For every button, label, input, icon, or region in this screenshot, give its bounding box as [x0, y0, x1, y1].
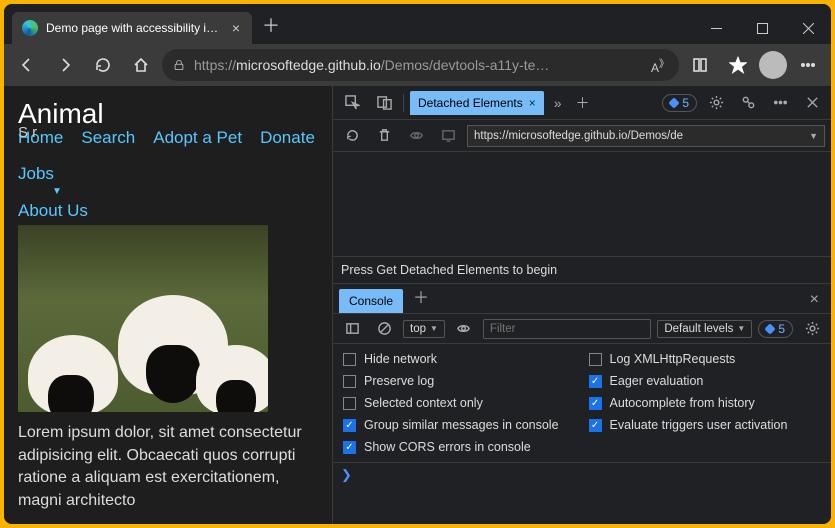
devtools-panel: Detached Elements × » ＋ 5	[332, 86, 831, 524]
edge-logo-icon	[22, 20, 38, 36]
setting-preserve-log[interactable]: Preserve log	[343, 374, 559, 388]
refresh-detached-icon[interactable]	[339, 123, 365, 149]
context-selector[interactable]: top ▼	[403, 320, 445, 338]
forward-button[interactable]	[48, 48, 82, 82]
clear-console-icon[interactable]	[371, 316, 397, 342]
setting-hide-network[interactable]: Hide network	[343, 352, 559, 366]
hero-image	[18, 225, 268, 412]
address-bar[interactable]: https://microsoftedge.github.io/Demos/de…	[162, 49, 679, 81]
console-settings: Hide network Preserve log Selected conte…	[333, 344, 831, 463]
refresh-button[interactable]	[86, 48, 120, 82]
drawer-tabbar: Console ＋ ×	[333, 284, 831, 314]
close-drawer-icon[interactable]: ×	[804, 287, 825, 313]
site-nav: Home Search Adopt a Pet Donate Jobs	[18, 128, 318, 184]
nav-about[interactable]: About Us	[18, 201, 88, 221]
nav-adopt[interactable]: Adopt a Pet	[153, 128, 242, 148]
dropdown-arrow-icon: ▼	[52, 186, 318, 197]
body-paragraph: Lorem ipsum dolor, sit amet consectetur …	[18, 422, 318, 512]
console-prompt[interactable]: ❯	[333, 463, 831, 487]
web-page: Animal S r Home Search Adopt a Pet Donat…	[4, 86, 332, 524]
add-tab-icon[interactable]: ＋	[572, 93, 594, 113]
close-tab-icon[interactable]: ×	[230, 20, 242, 36]
more-menu-icon[interactable]	[791, 48, 825, 82]
new-tab-button[interactable]: ＋	[252, 6, 290, 44]
tab-title: Demo page with accessibility iss…	[46, 21, 222, 35]
url-text: https://microsoftedge.github.io/Demos/de…	[194, 57, 643, 73]
browser-toolbar: https://microsoftedge.github.io/Demos/de…	[4, 44, 831, 86]
close-window-button[interactable]	[785, 12, 831, 44]
eye-icon[interactable]	[403, 123, 429, 149]
device-toggle-icon[interactable]	[371, 90, 397, 116]
reader-icon[interactable]: A》	[651, 55, 669, 75]
log-levels-selector[interactable]: Default levels ▼	[657, 320, 752, 338]
devtools-tabbar: Detached Elements × » ＋ 5	[333, 86, 831, 120]
setting-eager-eval[interactable]: ✓Eager evaluation	[589, 374, 788, 388]
chevron-down-icon: ▼	[737, 324, 745, 333]
settings-icon[interactable]	[703, 90, 729, 116]
setting-eval-trigger[interactable]: ✓Evaluate triggers user activation	[589, 418, 788, 432]
home-button[interactable]	[124, 48, 158, 82]
chevron-down-icon: ▼	[809, 131, 818, 141]
favorite-icon[interactable]	[721, 48, 755, 82]
setting-show-cors[interactable]: ✓Show CORS errors in console	[343, 440, 559, 454]
back-button[interactable]	[10, 48, 44, 82]
console-settings-icon[interactable]	[799, 316, 825, 342]
setting-log-xhr[interactable]: Log XMLHttpRequests	[589, 352, 788, 366]
frame-selector[interactable]: https://microsoftedge.github.io/Demos/de…	[467, 125, 825, 147]
issues-badge[interactable]: 5	[662, 94, 697, 112]
setting-group-similar[interactable]: ✓Group similar messages in console	[343, 418, 559, 432]
inspect-icon[interactable]	[339, 90, 365, 116]
chevron-down-icon: ▼	[430, 324, 438, 333]
live-expression-icon[interactable]	[451, 316, 477, 342]
detached-toolbar: https://microsoftedge.github.io/Demos/de…	[333, 120, 831, 152]
issues-icon	[765, 323, 776, 334]
issues-badge-2[interactable]: 5	[758, 320, 793, 338]
browser-window: Demo page with accessibility iss… × ＋ ht…	[4, 4, 831, 524]
lock-icon	[172, 58, 186, 72]
window-controls	[693, 12, 831, 44]
content-area: Animal S r Home Search Adopt a Pet Donat…	[4, 86, 831, 524]
tab-detached-elements[interactable]: Detached Elements ×	[410, 91, 544, 115]
sidebar-toggle-icon[interactable]	[339, 316, 365, 342]
collections-icon[interactable]	[683, 48, 717, 82]
more-menu-icon[interactable]	[767, 90, 793, 116]
setting-selected-context[interactable]: Selected context only	[343, 396, 559, 410]
issues-icon	[669, 97, 680, 108]
nav-jobs[interactable]: Jobs	[18, 164, 54, 184]
page-title: Animal	[18, 98, 318, 130]
setting-autocomplete[interactable]: ✓Autocomplete from history	[589, 396, 788, 410]
add-drawer-tab-icon[interactable]: ＋	[405, 279, 437, 313]
page-subline: S r	[18, 124, 37, 141]
detached-body	[333, 152, 831, 256]
activity-icon[interactable]	[735, 90, 761, 116]
nav-donate[interactable]: Donate	[260, 128, 315, 148]
minimize-button[interactable]	[693, 12, 739, 44]
profile-avatar[interactable]	[759, 51, 787, 79]
close-tab-icon[interactable]: ×	[529, 96, 536, 110]
browser-tab[interactable]: Demo page with accessibility iss… ×	[12, 12, 252, 44]
nav-search[interactable]: Search	[81, 128, 135, 148]
tab-console[interactable]: Console	[339, 289, 403, 313]
filter-input[interactable]	[483, 319, 651, 339]
close-devtools-icon[interactable]	[799, 90, 825, 116]
more-tabs-icon[interactable]: »	[550, 95, 566, 111]
titlebar: Demo page with accessibility iss… × ＋	[4, 4, 831, 44]
detach-icon[interactable]	[435, 123, 461, 149]
maximize-button[interactable]	[739, 12, 785, 44]
trash-icon[interactable]	[371, 123, 397, 149]
console-toolbar: top ▼ Default levels ▼ 5	[333, 314, 831, 344]
